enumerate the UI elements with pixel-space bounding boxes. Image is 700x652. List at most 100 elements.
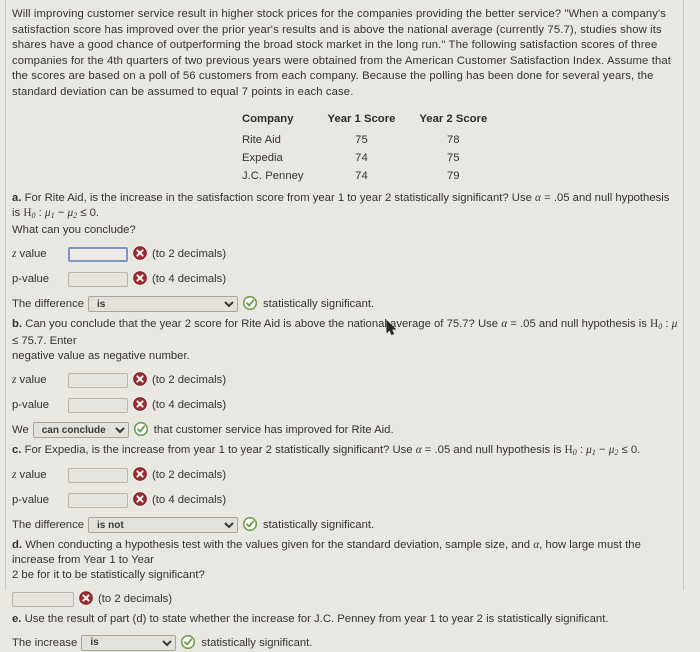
minus-sign: −	[595, 443, 609, 456]
part-c-text-1: For Expedia, is the increase from year 1…	[24, 443, 416, 456]
part-b-z-value-input[interactable]	[68, 372, 128, 388]
part-c-conclusion-row: The difference is not is statistically s…	[12, 516, 684, 535]
worksheet-page: Will improving customer service result i…	[0, 0, 700, 651]
valid-check-icon	[243, 296, 258, 311]
null-hypothesis-H: H	[564, 443, 573, 456]
page-right-rule	[683, 0, 684, 590]
part-a-p-value-hint: (to 4 decimals)	[152, 273, 227, 286]
table-row: Rite Aid 75 78	[238, 131, 499, 149]
part-e-letter: e.	[12, 612, 22, 625]
part-c-question: c. For Expedia, is the increase from yea…	[12, 443, 680, 460]
part-e-text-1: Use the result of part (d) to state whet…	[24, 612, 609, 625]
cell-company: Rite Aid	[242, 133, 281, 146]
error-x-icon	[133, 372, 147, 386]
valid-check-icon	[133, 422, 148, 436]
part-c-p-value-input[interactable]	[68, 492, 128, 508]
part-b-p-value-label: p-value	[12, 399, 50, 411]
part-a-p-value-label: p-value	[12, 273, 50, 286]
part-a-text-2: What can you conclude?	[12, 224, 136, 237]
cell-year-1-score: 75	[355, 133, 368, 146]
part-c-z-value-label: z value	[12, 469, 47, 482]
part-d-answer-row: (to 2 decimals)	[12, 590, 684, 609]
part-a-conclusion-row: The difference is is not statistically s…	[12, 295, 684, 314]
part-a-p-value-input[interactable]	[68, 271, 128, 287]
part-c-p-value-label: p-value	[12, 494, 50, 507]
part-b-conclusion-row: We can conclude cannot conclude that cus…	[12, 421, 684, 440]
cell-company: Expedia	[242, 151, 283, 164]
part-a-z-value-hint: (to 2 decimals)	[152, 248, 227, 261]
error-x-icon	[79, 591, 93, 606]
part-b-alpha-clause: = .05 and null hypothesis is	[507, 317, 651, 330]
part-c-z-value-hint: (to 2 decimals)	[152, 469, 227, 482]
part-c-alpha-clause: = .05 and null hypothesis is	[421, 443, 565, 456]
part-b-p-value-row: p-value (to 4 decimals)	[12, 396, 684, 415]
part-a-letter: a.	[12, 191, 22, 204]
cell-year-1-score: 74	[355, 169, 368, 182]
part-a-p-value-row: p-value (to 4 decimals)	[12, 270, 684, 289]
part-c-z-value-input[interactable]	[68, 467, 128, 483]
cell-year-2-score: 79	[447, 169, 460, 182]
cell-year-1-score: 74	[355, 151, 368, 164]
part-a-z-value-input[interactable]	[68, 246, 128, 262]
null-hypothesis-H: H	[650, 317, 659, 330]
part-d-value-input[interactable]	[12, 591, 74, 607]
cell-year-2-score: 75	[447, 151, 460, 164]
part-a-z-value-row: z value (to 2 decimals)	[12, 245, 684, 264]
part-c-p-value-hint: (to 4 decimals)	[152, 494, 227, 507]
part-c-letter: c.	[12, 443, 22, 456]
cell-company: J.C. Penney	[242, 169, 304, 182]
problem-intro-paragraph: Will improving customer service result i…	[12, 8, 671, 98]
inequality-clause: ≤ 0.	[77, 206, 100, 219]
part-b-z-value-hint: (to 2 decimals)	[152, 374, 227, 386]
part-b-z-value-label: z value	[12, 374, 47, 386]
colon-separator: :	[35, 206, 45, 219]
part-c-conclusion-prefix: The difference	[12, 519, 85, 532]
part-b-conclusion-select[interactable]: can conclude cannot conclude	[32, 422, 129, 438]
colon-separator: :	[662, 317, 672, 330]
part-a-question: a. For Rite Aid, is the increase in the …	[12, 191, 680, 239]
part-e-question: e. Use the result of part (d) to state w…	[12, 612, 680, 627]
part-c-conclusion-select[interactable]: is not is	[88, 517, 239, 534]
valid-check-icon	[181, 634, 196, 649]
table-header-row: Company Year 1 Score Year 2 Score	[238, 111, 499, 131]
part-b-conclusion-prefix: We	[12, 424, 29, 436]
part-b-z-value-row: z value (to 2 decimals)	[12, 371, 684, 390]
part-b-conclusion-suffix: that customer service has improved for R…	[153, 424, 394, 436]
part-b-p-value-input[interactable]	[68, 397, 128, 413]
part-b-p-value-hint: (to 4 decimals)	[152, 399, 227, 411]
part-b-text-2: negative value as negative number.	[12, 350, 190, 363]
part-c-conclusion-suffix: statistically significant.	[263, 519, 375, 532]
colon-separator: :	[576, 443, 587, 456]
part-a-conclusion-prefix: The difference	[12, 298, 85, 311]
error-x-icon	[133, 397, 147, 411]
part-a-conclusion-suffix: statistically significant.	[263, 298, 375, 311]
part-a-conclusion-select[interactable]: is is not	[88, 296, 239, 313]
part-c-p-value-row: p-value (to 4 decimals)	[12, 491, 684, 510]
page-left-rule	[5, 0, 6, 590]
cell-year-2-score: 78	[447, 133, 460, 146]
part-e-conclusion-prefix: The increase	[12, 636, 78, 649]
column-header-year-2-score: Year 2 Score	[419, 112, 488, 125]
part-a-text-1: For Rite Aid, is the increase in the sat…	[24, 191, 536, 204]
part-d-text-3: 2 be for it to be statistically signific…	[12, 569, 205, 582]
part-d-text-1: When conducting a hypothesis test with t…	[25, 538, 534, 551]
table-row: J.C. Penney 74 79	[238, 167, 499, 185]
satisfaction-score-table: Company Year 1 Score Year 2 Score Rite A…	[238, 111, 499, 185]
minus-sign: −	[54, 206, 68, 219]
part-b-question: b. Can you conclude that the year 2 scor…	[12, 317, 680, 365]
part-b-letter: b.	[12, 317, 23, 330]
column-header-year-1-score: Year 1 Score	[327, 112, 396, 125]
part-b-inequality-clause: ≤ 75.7. Enter	[12, 334, 77, 347]
error-x-icon	[133, 271, 147, 285]
valid-check-icon	[243, 517, 258, 532]
part-e-conclusion-row: The increase is is not statistically sig…	[12, 633, 684, 652]
part-c-z-value-row: z value (to 2 decimals)	[12, 466, 684, 485]
part-d-letter: d.	[12, 538, 23, 551]
part-a-z-value-label: z value	[12, 248, 47, 261]
error-x-icon	[133, 467, 147, 481]
part-b-text-1: Can you conclude that the year 2 score f…	[25, 317, 502, 330]
error-x-icon	[133, 246, 147, 260]
part-e-conclusion-select[interactable]: is is not	[81, 634, 177, 651]
table-row: Expedia 74 75	[238, 149, 499, 167]
part-c-inequality-clause: ≤ 0.	[618, 443, 641, 456]
